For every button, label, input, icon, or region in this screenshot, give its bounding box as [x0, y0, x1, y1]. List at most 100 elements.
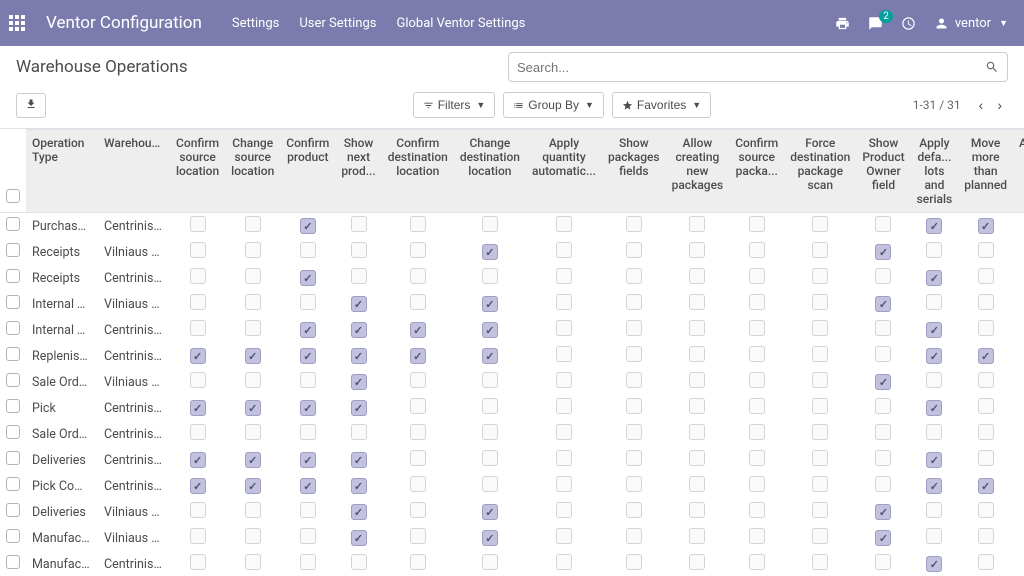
warehouse-cell[interactable]: Centrinis s...: [98, 447, 170, 473]
row-selector[interactable]: [6, 269, 20, 283]
checkbox-cell[interactable]: [875, 216, 891, 232]
table-row[interactable]: Sale OrdersVilniaus pa...: [0, 369, 1024, 395]
operation-type-cell[interactable]: Manufactu...: [26, 525, 98, 551]
checkbox-cell[interactable]: [749, 528, 765, 544]
checkbox-cell[interactable]: [351, 504, 367, 520]
checkbox-cell[interactable]: [749, 216, 765, 232]
checkbox-cell[interactable]: [875, 424, 891, 440]
warehouse-cell[interactable]: Vilniaus pa...: [98, 291, 170, 317]
checkbox-cell[interactable]: [482, 398, 498, 414]
checkbox-cell[interactable]: [926, 502, 942, 518]
row-selector[interactable]: [6, 217, 20, 231]
checkbox-cell[interactable]: [812, 268, 828, 284]
checkbox-cell[interactable]: [875, 476, 891, 492]
column-header[interactable]: Operation Type: [26, 130, 98, 213]
pager-range[interactable]: 1-31 / 31: [913, 98, 961, 112]
checkbox-cell[interactable]: [410, 216, 426, 232]
operation-type-cell[interactable]: Pick Comp...: [26, 473, 98, 499]
checkbox-cell[interactable]: [689, 216, 705, 232]
checkbox-cell[interactable]: [351, 268, 367, 284]
warehouse-cell[interactable]: Centrinis s...: [98, 317, 170, 343]
operation-type-cell[interactable]: Receipts: [26, 239, 98, 265]
checkbox-cell[interactable]: [300, 452, 316, 468]
row-selector[interactable]: [6, 373, 20, 387]
checkbox-cell[interactable]: [812, 294, 828, 310]
checkbox-cell[interactable]: [410, 294, 426, 310]
nav-user-settings[interactable]: User Settings: [299, 16, 376, 31]
checkbox-cell[interactable]: [749, 320, 765, 336]
nav-global-settings[interactable]: Global Ventor Settings: [396, 16, 525, 31]
checkbox-cell[interactable]: [978, 372, 994, 388]
checkbox-cell[interactable]: [926, 452, 942, 468]
checkbox-cell[interactable]: [190, 528, 206, 544]
column-header[interactable]: Show next prod...: [335, 130, 381, 213]
checkbox-cell[interactable]: [482, 372, 498, 388]
checkbox-cell[interactable]: [926, 242, 942, 258]
checkbox-cell[interactable]: [812, 398, 828, 414]
row-selector[interactable]: [6, 503, 20, 517]
checkbox-cell[interactable]: [749, 268, 765, 284]
checkbox-cell[interactable]: [351, 424, 367, 440]
column-header[interactable]: Confirm product: [280, 130, 335, 213]
checkbox-cell[interactable]: [556, 424, 572, 440]
checkbox-cell[interactable]: [689, 372, 705, 388]
warehouse-cell[interactable]: Centrinis s...: [98, 343, 170, 369]
operation-type-cell[interactable]: Deliveries: [26, 499, 98, 525]
checkbox-cell[interactable]: [410, 450, 426, 466]
table-row[interactable]: Internal Tr...Vilniaus pa...: [0, 291, 1024, 317]
checkbox-cell[interactable]: [556, 268, 572, 284]
column-header[interactable]: Show packages fields: [602, 130, 666, 213]
checkbox-cell[interactable]: [556, 502, 572, 518]
checkbox-cell[interactable]: [749, 294, 765, 310]
checkbox-cell[interactable]: [926, 478, 942, 494]
checkbox-cell[interactable]: [926, 218, 942, 234]
select-all-checkbox[interactable]: [6, 189, 20, 203]
checkbox-cell[interactable]: [410, 242, 426, 258]
warehouse-cell[interactable]: Centrinis s...: [98, 473, 170, 499]
checkbox-cell[interactable]: [749, 502, 765, 518]
column-header[interactable]: Apply quantity automatic...: [526, 130, 602, 213]
checkbox-cell[interactable]: [812, 528, 828, 544]
checkbox-cell[interactable]: [978, 398, 994, 414]
checkbox-cell[interactable]: [556, 216, 572, 232]
checkbox-cell[interactable]: [190, 400, 206, 416]
checkbox-cell[interactable]: [300, 554, 316, 570]
checkbox-cell[interactable]: [190, 452, 206, 468]
checkbox-cell[interactable]: [749, 242, 765, 258]
warehouse-cell[interactable]: Vilniaus pa...: [98, 369, 170, 395]
column-header[interactable]: Force destination package scan: [784, 130, 856, 213]
checkbox-cell[interactable]: [875, 554, 891, 570]
row-selector[interactable]: [6, 451, 20, 465]
checkbox-cell[interactable]: [812, 346, 828, 362]
row-selector[interactable]: [6, 477, 20, 491]
checkbox-cell[interactable]: [689, 398, 705, 414]
checkbox-cell[interactable]: [626, 268, 642, 284]
checkbox-cell[interactable]: [875, 530, 891, 546]
checkbox-cell[interactable]: [926, 528, 942, 544]
search-icon[interactable]: [985, 60, 999, 74]
checkbox-cell[interactable]: [749, 450, 765, 466]
favorites-button[interactable]: Favorites▼: [612, 92, 711, 118]
column-header[interactable]: Change destination location: [454, 130, 526, 213]
checkbox-cell[interactable]: [410, 502, 426, 518]
warehouse-cell[interactable]: Centrinis s...: [98, 395, 170, 421]
checkbox-cell[interactable]: [190, 348, 206, 364]
column-header[interactable]: Confirm source location: [170, 130, 225, 213]
column-header[interactable]: Show Product Owner field: [856, 130, 910, 213]
checkbox-cell[interactable]: [245, 478, 261, 494]
checkbox-cell[interactable]: [410, 424, 426, 440]
checkbox-cell[interactable]: [300, 218, 316, 234]
checkbox-cell[interactable]: [556, 320, 572, 336]
checkbox-cell[interactable]: [300, 294, 316, 310]
export-button[interactable]: [16, 93, 46, 118]
checkbox-cell[interactable]: [689, 268, 705, 284]
checkbox-cell[interactable]: [556, 294, 572, 310]
checkbox-cell[interactable]: [245, 554, 261, 570]
checkbox-cell[interactable]: [926, 556, 942, 572]
checkbox-cell[interactable]: [245, 528, 261, 544]
checkbox-cell[interactable]: [978, 294, 994, 310]
table-row[interactable]: Manufactu...Centrinis s...: [0, 551, 1024, 576]
checkbox-cell[interactable]: [689, 502, 705, 518]
checkbox-cell[interactable]: [626, 476, 642, 492]
checkbox-cell[interactable]: [245, 320, 261, 336]
